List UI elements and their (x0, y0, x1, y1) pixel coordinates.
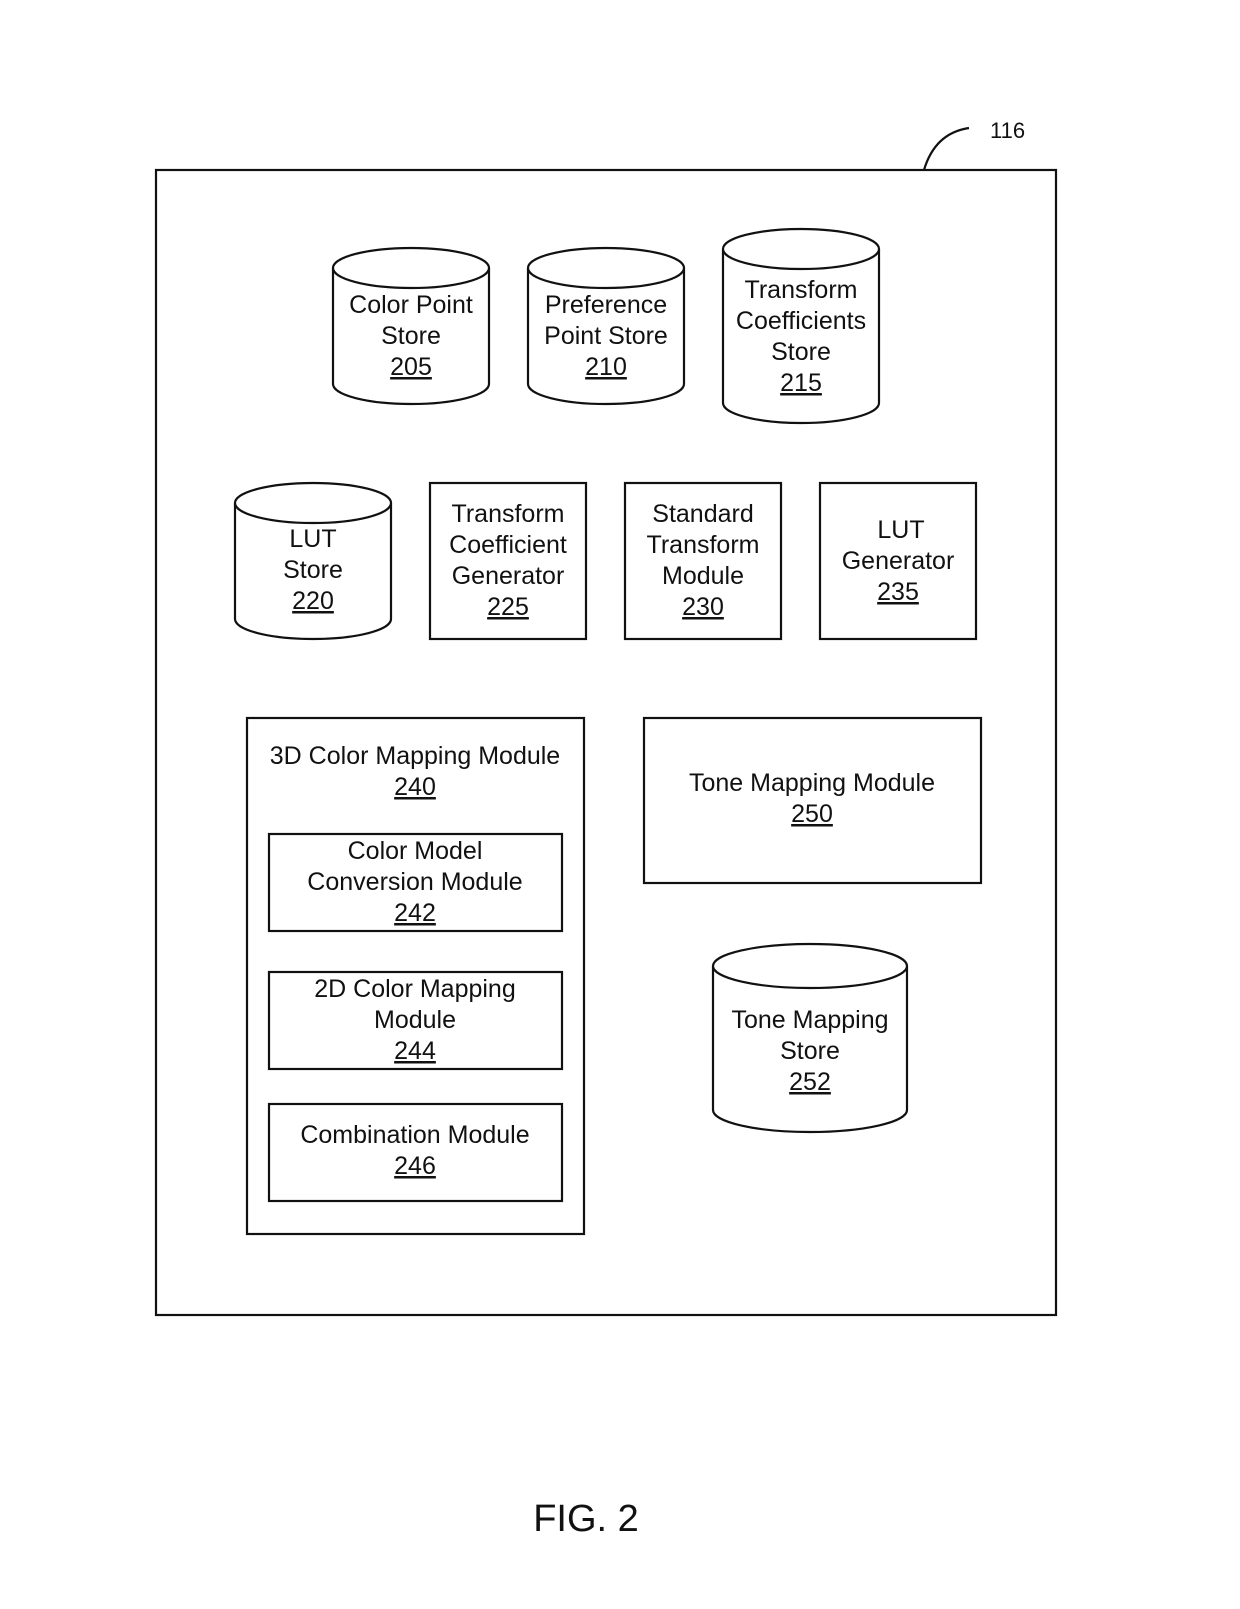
component-number: 246 (394, 1152, 436, 1180)
cylinder-top (233, 481, 393, 525)
reference-leader-line (922, 126, 970, 171)
label-line: Module (374, 1006, 456, 1034)
label-line: Coefficients (736, 307, 866, 335)
lut-store: LUT Store 220 (233, 481, 393, 641)
component-number: 215 (780, 369, 822, 397)
label-line: Store (283, 556, 343, 584)
lut-generator: LUT Generator 235 (818, 481, 978, 641)
transform-coefficients-store: Transform Coefficients Store 215 (721, 227, 881, 425)
reference-number: 116 (990, 118, 1025, 143)
label-line: Coefficient (449, 531, 567, 559)
label-line: Transform (745, 276, 858, 304)
system-diagram: 116 Color Point Store 205 Preference Poi… (154, 118, 1058, 1540)
component-number: 242 (394, 899, 436, 927)
label-line: 3D Color Mapping Module (270, 742, 560, 770)
label-line: LUT (289, 525, 336, 553)
label-line: Conversion Module (307, 868, 522, 896)
component-number: 252 (789, 1068, 831, 1096)
label-line: Preference (545, 291, 667, 319)
component-number: 235 (877, 578, 919, 606)
cylinder-top (526, 246, 686, 290)
label-line: Store (780, 1037, 840, 1065)
label-line: Module (662, 562, 744, 590)
component-number: 220 (292, 587, 334, 615)
label-line: Transform (452, 500, 565, 528)
label-line: Standard (652, 500, 753, 528)
preference-point-store: Preference Point Store 210 (526, 246, 686, 406)
color-mapping-3d-module: 3D Color Mapping Module 240 Color Model … (245, 716, 586, 1236)
transform-coefficient-generator: Transform Coefficient Generator 225 (428, 481, 588, 641)
cylinder-top (721, 227, 881, 271)
standard-transform-module: Standard Transform Module 230 (623, 481, 783, 641)
cylinder-top (711, 942, 909, 990)
label-line: Tone Mapping (731, 1006, 888, 1034)
label-line: Tone Mapping Module (689, 769, 935, 797)
color-point-store: Color Point Store 205 (331, 246, 491, 406)
combination-module: Combination Module 246 (267, 1102, 564, 1203)
label-line: Color Point (349, 291, 473, 319)
color-model-conversion-module: Color Model Conversion Module 242 (267, 832, 564, 933)
figure-caption: FIG. 2 (533, 1498, 639, 1540)
component-number: 205 (390, 353, 432, 381)
component-number: 225 (487, 593, 529, 621)
component-number: 244 (394, 1037, 436, 1065)
label-line: Transform (647, 531, 760, 559)
tone-mapping-module: Tone Mapping Module 250 (642, 716, 983, 885)
component-number: 240 (394, 773, 436, 801)
tone-mapping-store: Tone Mapping Store 252 (711, 942, 909, 1134)
color-mapping-2d-module: 2D Color Mapping Module 244 (267, 970, 564, 1071)
component-number: 230 (682, 593, 724, 621)
label-line: Generator (842, 547, 955, 575)
label-line: LUT (877, 516, 924, 544)
component-number: 210 (585, 353, 627, 381)
label-line: Color Model (348, 837, 483, 865)
label-line: Store (771, 338, 831, 366)
label-line: Point Store (544, 322, 668, 350)
label-line: Combination Module (300, 1121, 529, 1149)
label-line: Store (381, 322, 441, 350)
component-number: 250 (791, 800, 833, 828)
cylinder-top (331, 246, 491, 290)
label-line: Generator (452, 562, 565, 590)
label-line: 2D Color Mapping (314, 975, 516, 1003)
